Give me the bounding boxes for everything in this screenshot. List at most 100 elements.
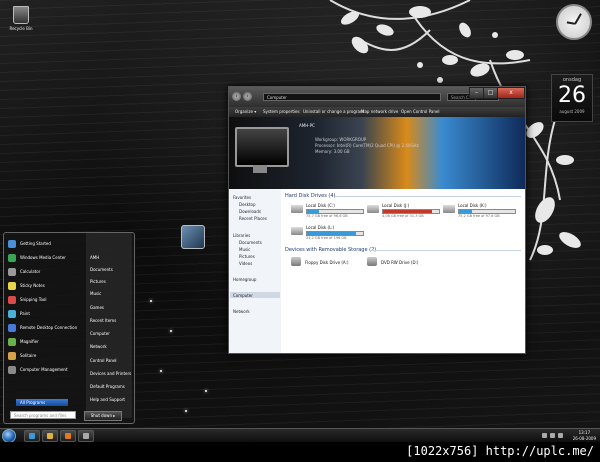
recycle-bin[interactable]: Recycle Bin <box>6 6 36 31</box>
clock-hand-icon <box>566 21 575 25</box>
floppy-drive[interactable]: Floppy Disk Drive (A:) <box>291 257 361 269</box>
nav-network[interactable]: Network <box>233 309 250 314</box>
menu-item-media-center[interactable]: Windows Media Center <box>6 253 82 263</box>
media-player-icon <box>65 433 71 439</box>
forward-button[interactable]: › <box>243 92 252 101</box>
menu-item-label: Sticky Notes <box>20 283 45 288</box>
taskbar-ie-button[interactable] <box>24 430 40 442</box>
snipping-tool-icon <box>8 296 16 304</box>
drive-free-space: 4,08 GB free of 31,3 GB <box>382 214 424 218</box>
hdd-group-header[interactable]: Hard Disk Drives (4) <box>285 193 336 199</box>
menu-item-label: Remote Desktop Connection <box>20 325 78 330</box>
user-avatar[interactable] <box>181 225 205 249</box>
nav-documents[interactable]: Documents <box>239 240 262 245</box>
device-name: DVD RW Drive (D:) <box>381 260 419 265</box>
nav-pictures[interactable]: Pictures <box>239 254 255 259</box>
start-button[interactable] <box>2 429 16 443</box>
taskbar-explorer-button[interactable] <box>42 430 58 442</box>
desktop: Recycle Bin onsdag 26 august 2009 ‹ › Co… <box>0 0 600 428</box>
explorer-window: ‹ › Computer Search Computer – □ x Organ… <box>228 86 526 354</box>
nav-homegroup[interactable]: Homegroup <box>233 277 256 282</box>
menu-item-getting-started[interactable]: Getting Started <box>6 239 82 249</box>
dvd-drive[interactable]: DVD RW Drive (D:) <box>367 257 437 269</box>
nav-desktop[interactable]: Desktop <box>239 202 256 207</box>
navigation-pane: Favorites Desktop Downloads Recent Place… <box>229 189 281 353</box>
caption-strip: [1022x756] http://uplc.me/ <box>0 442 600 462</box>
device-name: Floppy Disk Drive (A:) <box>305 260 349 265</box>
places-computer[interactable]: Computer <box>90 331 110 336</box>
nav-videos[interactable]: Videos <box>239 261 252 266</box>
sparkle <box>170 330 172 332</box>
address-bar[interactable]: Computer <box>263 93 441 101</box>
places-network[interactable]: Network <box>90 344 107 349</box>
drive-l[interactable]: Local Disk (L:) 24,2 GB free of 196 GB <box>291 225 364 245</box>
tray-clock[interactable]: 13:17 26-08-2009 <box>573 430 596 442</box>
tray-network-icon[interactable] <box>550 433 555 438</box>
drive-j[interactable]: Local Disk (J:) 4,08 GB free of 31,3 GB <box>367 203 440 223</box>
title-bar: ‹ › Computer Search Computer – □ x <box>229 87 525 107</box>
pc-workgroup: Workgroup: WORKGROUP <box>315 137 367 142</box>
menu-item-magnifier[interactable]: Magnifier <box>6 337 82 347</box>
clock-gadget[interactable] <box>556 4 592 40</box>
taskbar-media-player-button[interactable] <box>60 430 76 442</box>
places-default-programs[interactable]: Default Programs <box>90 384 125 389</box>
maximize-button[interactable]: □ <box>483 87 498 99</box>
menu-item-sticky-notes[interactable]: Sticky Notes <box>6 281 82 291</box>
places-music[interactable]: Music <box>90 291 101 296</box>
start-search-input[interactable]: Search programs and files <box>10 411 76 419</box>
solitaire-icon <box>8 352 16 360</box>
removable-group-header[interactable]: Devices with Removable Storage (2) <box>285 247 376 253</box>
back-button[interactable]: ‹ <box>232 92 241 101</box>
menu-item-remote-desktop[interactable]: Remote Desktop Connection <box>6 323 82 333</box>
nav-music[interactable]: Music <box>239 247 250 252</box>
shutdown-button[interactable]: Shut down ▸ <box>84 411 122 421</box>
menu-item-label: Snipping Tool <box>20 297 47 302</box>
drive-c[interactable]: Local Disk (C:) 75,7 GB free of 96,6 GB <box>291 203 364 223</box>
drive-k[interactable]: Local Disk (K:) 75,2 GB free of 97,6 GB <box>443 203 516 223</box>
organize-button[interactable]: Organize ▾ <box>235 109 256 114</box>
minimize-button[interactable]: – <box>469 87 484 99</box>
places-pictures[interactable]: Pictures <box>90 279 106 284</box>
menu-item-calculator[interactable]: Calculator <box>6 267 82 277</box>
menu-item-paint[interactable]: Paint <box>6 309 82 319</box>
drive-free-space: 75,7 GB free of 96,6 GB <box>306 214 348 218</box>
menu-item-label: Calculator <box>20 269 41 274</box>
command-bar: Organize ▾ System properties Uninstall o… <box>229 107 525 117</box>
pc-processor: Processor: Intel(R) Core(TM)2 Quad CPU @… <box>315 143 419 148</box>
nav-favorites[interactable]: Favorites <box>233 195 251 200</box>
clock-hand-icon <box>574 13 582 25</box>
map-network-drive-button[interactable]: Map network drive <box>361 109 398 114</box>
tray-volume-icon[interactable] <box>558 433 563 438</box>
nav-downloads[interactable]: Downloads <box>239 209 261 214</box>
menu-item-label: Computer Management <box>20 367 68 372</box>
tray-flag-icon[interactable] <box>542 433 547 438</box>
hard-drive-icon <box>291 227 303 235</box>
menu-item-solitaire[interactable]: Solitaire <box>6 351 82 361</box>
nav-recent-places[interactable]: Recent Places <box>239 216 267 221</box>
places-recent-items[interactable]: Recent Items <box>90 318 116 323</box>
all-programs-button[interactable]: All Programs <box>16 399 68 406</box>
paint-icon <box>8 310 16 318</box>
calendar-gadget[interactable]: onsdag 26 august 2009 <box>551 74 593 122</box>
open-control-panel-button[interactable]: Open Control Panel <box>401 109 439 114</box>
places-control-panel[interactable]: Control Panel <box>90 358 117 363</box>
places-help-support[interactable]: Help and Support <box>90 397 125 402</box>
places-games[interactable]: Games <box>90 305 104 310</box>
nav-libraries[interactable]: Libraries <box>233 233 250 238</box>
app-icon <box>83 433 89 439</box>
system-properties-button[interactable]: System properties <box>263 109 300 114</box>
places-devices-printers[interactable]: Devices and Printers <box>90 371 131 376</box>
drive-free-space: 24,2 GB free of 196 GB <box>306 236 347 240</box>
close-button[interactable]: x <box>497 87 525 99</box>
menu-item-computer-management[interactable]: Computer Management <box>6 365 82 375</box>
menu-item-snipping-tool[interactable]: Snipping Tool <box>6 295 82 305</box>
places-user[interactable]: AMH <box>90 255 99 260</box>
taskbar-app-button[interactable] <box>78 430 94 442</box>
places-documents[interactable]: Documents <box>90 267 113 272</box>
calendar-day: 26 <box>558 83 586 108</box>
recycle-bin-icon <box>13 6 29 24</box>
uninstall-program-button[interactable]: Uninstall or change a program <box>303 109 364 114</box>
nav-computer[interactable]: Computer <box>233 293 253 298</box>
getting-started-icon <box>8 240 16 248</box>
drive-name: Local Disk (J:) <box>382 203 410 208</box>
